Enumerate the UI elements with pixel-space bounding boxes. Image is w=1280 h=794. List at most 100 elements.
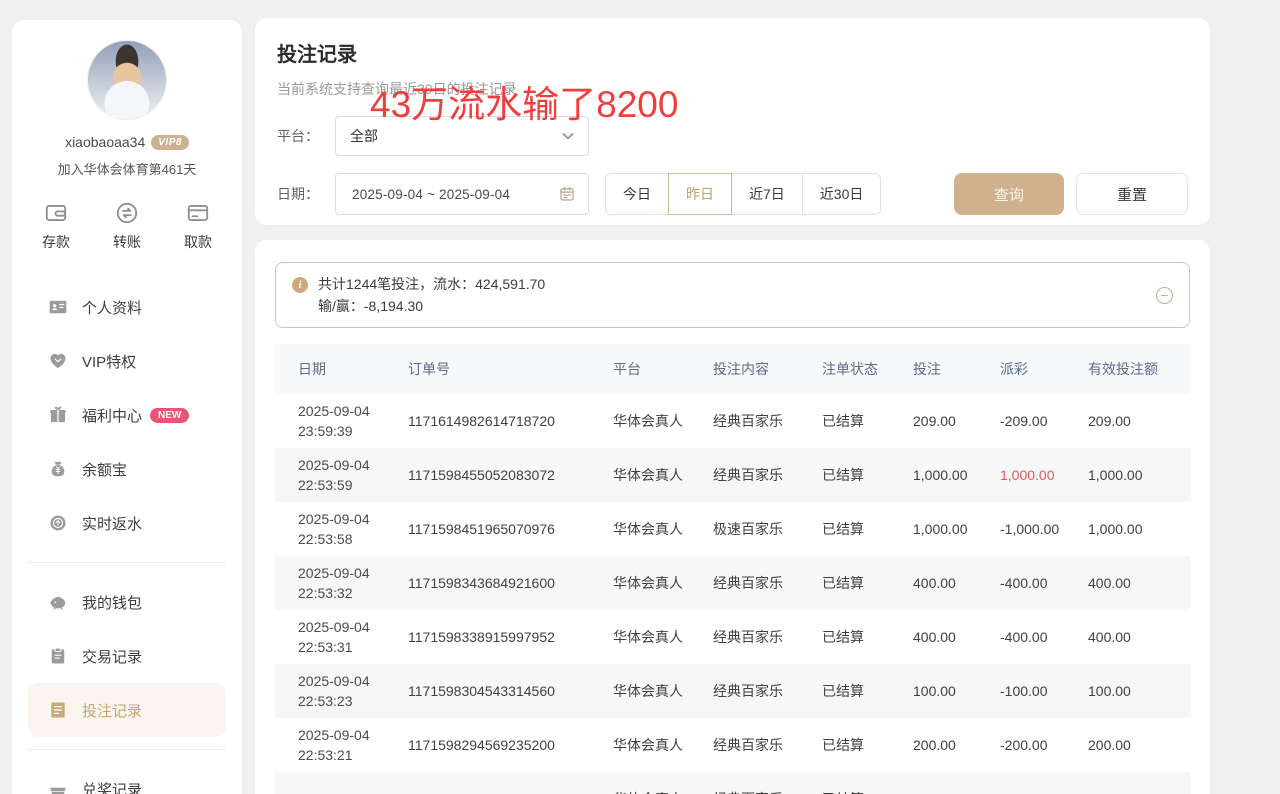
sidebar-item-welfare[interactable]: 福利中心NEW bbox=[28, 388, 226, 442]
sidebar-item-label: 福利中心 bbox=[82, 405, 142, 426]
transfer-icon bbox=[114, 200, 140, 226]
cell-status: 已结算 bbox=[822, 627, 913, 647]
platform-label: 平台： bbox=[277, 126, 335, 146]
cell-date: 2025-09-0422:53:58 bbox=[298, 509, 408, 549]
sidebar-item-rebate[interactable]: 实时返水 bbox=[28, 496, 226, 550]
cell-order: 1171598451965070976 bbox=[408, 521, 613, 537]
cell-content: 经典百家乐 bbox=[713, 681, 822, 701]
table-header-row: 日期订单号平台投注内容注单状态投注派彩有效投注额 bbox=[275, 344, 1190, 394]
column-header: 平台 bbox=[613, 359, 713, 379]
cell-content: 经典百家乐 bbox=[713, 573, 822, 593]
quick-date-group: 今日昨日近7日近30日 bbox=[605, 173, 881, 215]
sidebar-item-transactions[interactable]: 交易记录 bbox=[28, 629, 226, 683]
sidebar-item-profile[interactable]: 个人资料 bbox=[28, 280, 226, 334]
platform-select[interactable]: 全部 bbox=[335, 116, 589, 156]
table-row: 2025-09-0422:53:591171598455052083072华体会… bbox=[275, 448, 1190, 502]
summary-text: 共计1244笔投注，流水：424,591.70 输/赢：-8,194.30 bbox=[318, 273, 545, 317]
username: xiaobaoaa34 bbox=[65, 134, 145, 150]
avatar[interactable] bbox=[87, 40, 167, 120]
money-bag-icon bbox=[48, 459, 68, 479]
cell-bet: 209.00 bbox=[913, 413, 1000, 429]
query-button[interactable]: 查询 bbox=[954, 173, 1064, 215]
table-body: 2025-09-0423:59:391171614982614718720华体会… bbox=[275, 394, 1190, 794]
sidebar-divider bbox=[28, 562, 226, 563]
cell-payout: -400.00 bbox=[1000, 629, 1088, 645]
cell-status: 已结算 bbox=[822, 519, 913, 539]
prize-record-icon bbox=[48, 779, 68, 794]
sidebar-item-bet-records[interactable]: 投注记录 bbox=[28, 683, 226, 737]
platform-selected-value: 全部 bbox=[350, 126, 560, 146]
quick-action-withdraw[interactable]: 取款 bbox=[184, 200, 212, 252]
cell-bet: 400.00 bbox=[913, 629, 1000, 645]
date-range-value: 2025-09-04 ~ 2025-09-04 bbox=[352, 187, 558, 202]
cell-order: 1171614982614718720 bbox=[408, 413, 613, 429]
clipboard-icon bbox=[48, 646, 68, 666]
collapse-icon[interactable] bbox=[1156, 287, 1173, 304]
cell-bet: 200.00 bbox=[913, 737, 1000, 753]
cell-order: 1171598338915997952 bbox=[408, 629, 613, 645]
sidebar-nav: 个人资料 VIP特权福利中心NEW余额宝实时返水我的钱包交易记录投注记录兑奖记录 bbox=[12, 280, 242, 794]
sidebar-item-vip[interactable]: VIP特权 bbox=[28, 334, 226, 388]
column-header: 投注内容 bbox=[713, 359, 822, 379]
column-header: 有效投注额 bbox=[1088, 359, 1190, 379]
cell-bet: 1,000.00 bbox=[913, 467, 1000, 483]
cell-order: 1171598294569235200 bbox=[408, 737, 613, 753]
cell-bet: 100.00 bbox=[913, 683, 1000, 699]
column-header: 派彩 bbox=[1000, 359, 1088, 379]
table-panel: i 共计1244笔投注，流水：424,591.70 输/赢：-8,194.30 … bbox=[255, 240, 1210, 794]
quick-date-last30[interactable]: 近30日 bbox=[802, 173, 882, 215]
quick-action-label: 转账 bbox=[113, 232, 141, 252]
platform-row: 平台： 全部 bbox=[277, 116, 1188, 156]
cell-status: 已结算 bbox=[822, 465, 913, 485]
bet-record-icon bbox=[48, 700, 68, 720]
page-subtitle: 当前系统支持查询最近30日的投注记录 bbox=[277, 79, 1188, 99]
cell-content: 极速百家乐 bbox=[713, 519, 822, 539]
quick-date-last7[interactable]: 近7日 bbox=[731, 173, 803, 215]
reset-button[interactable]: 重置 bbox=[1076, 173, 1188, 215]
date-range-input[interactable]: 2025-09-04 ~ 2025-09-04 bbox=[335, 173, 589, 215]
cell-payout: -400.00 bbox=[1000, 575, 1088, 591]
cell-payout: 1,000.00 bbox=[1000, 467, 1088, 483]
calendar-icon bbox=[558, 185, 576, 203]
sidebar-item-label: 个人资料 bbox=[82, 297, 142, 318]
cell-content: 经典百家乐 bbox=[713, 411, 822, 431]
bet-records-table: 日期订单号平台投注内容注单状态投注派彩有效投注额 2025-09-0423:59… bbox=[275, 344, 1190, 794]
cell-order: 1171598304543314560 bbox=[408, 683, 613, 699]
sidebar-item-yuebao[interactable]: 余额宝 bbox=[28, 442, 226, 496]
cell-payout: -209.00 bbox=[1000, 413, 1088, 429]
quick-action-transfer[interactable]: 转账 bbox=[113, 200, 141, 252]
filter-panel: 投注记录 当前系统支持查询最近30日的投注记录 平台： 全部 日期： 2025-… bbox=[255, 18, 1210, 225]
sidebar-item-prize-records[interactable]: 兑奖记录 bbox=[28, 762, 226, 794]
cell-valid: 1,000.00 bbox=[1088, 467, 1190, 483]
cell-bet: 400.00 bbox=[913, 575, 1000, 591]
quick-action-deposit[interactable]: 存款 bbox=[42, 200, 70, 252]
cell-platform: 华体会真人 bbox=[613, 519, 713, 539]
sidebar-item-wallet[interactable]: 我的钱包 bbox=[28, 575, 226, 629]
cell-date: 2025-09-0422:53:59 bbox=[298, 455, 408, 495]
cell-date: 2025-09-0422:53:21 bbox=[298, 725, 408, 765]
cell-content: 经典百家乐 bbox=[713, 789, 822, 794]
quick-date-yesterday[interactable]: 昨日 bbox=[668, 173, 732, 215]
cell-order: 1171598455052083072 bbox=[408, 467, 613, 483]
cell-content: 经典百家乐 bbox=[713, 627, 822, 647]
cell-content: 经典百家乐 bbox=[713, 465, 822, 485]
chevron-down-icon bbox=[560, 128, 576, 144]
cell-content: 经典百家乐 bbox=[713, 735, 822, 755]
column-header: 日期 bbox=[298, 359, 408, 379]
wallet-icon bbox=[43, 200, 69, 226]
cell-date: 2025-09-0423:59:39 bbox=[298, 401, 408, 441]
column-header: 订单号 bbox=[408, 359, 613, 379]
cell-platform: 华体会真人 bbox=[613, 411, 713, 431]
cell-platform: 华体会真人 bbox=[613, 465, 713, 485]
page-title: 投注记录 bbox=[277, 38, 1188, 67]
sidebar-item-label: 交易记录 bbox=[82, 646, 142, 667]
cell-payout: -1,000.00 bbox=[1000, 521, 1088, 537]
cell-date: 2025-09-0422:53:31 bbox=[298, 617, 408, 657]
cell-date: 2025-09-04 bbox=[298, 789, 408, 794]
cell-status: 已结算 bbox=[822, 735, 913, 755]
cell-date: 2025-09-0422:53:32 bbox=[298, 563, 408, 603]
rebate-icon bbox=[48, 513, 68, 533]
quick-date-today[interactable]: 今日 bbox=[605, 173, 669, 215]
cell-status: 已结算 bbox=[822, 573, 913, 593]
cell-valid: 200.00 bbox=[1088, 737, 1190, 753]
